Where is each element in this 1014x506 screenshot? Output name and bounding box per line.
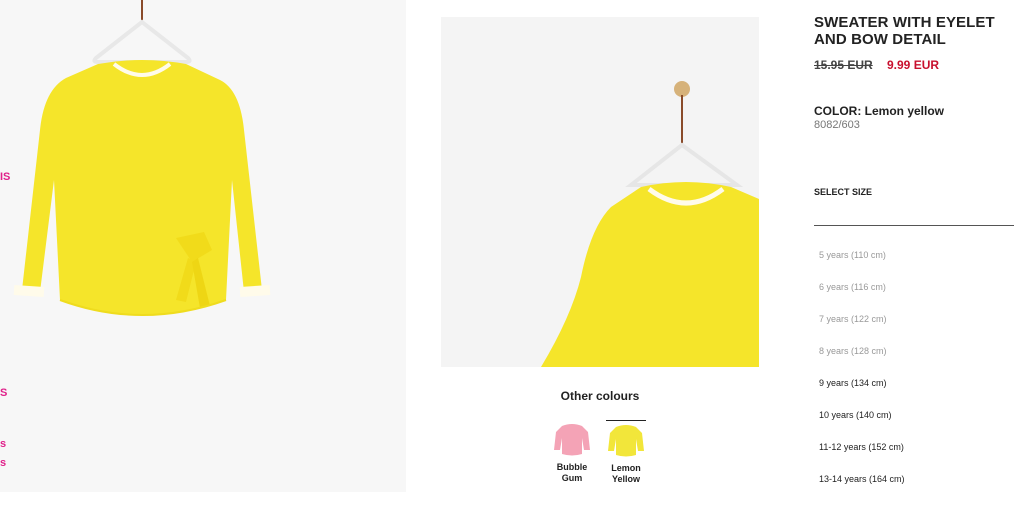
- size-option[interactable]: 11-12 years (152 cm): [819, 442, 905, 474]
- swatch-label: Lemon Yellow: [611, 463, 641, 484]
- swatch-thumbnail: [608, 421, 644, 457]
- size-option[interactable]: 5 years (110 cm): [819, 250, 905, 282]
- colour-swatch-bubble-gum[interactable]: Bubble Gum: [552, 420, 592, 484]
- side-link-fragment[interactable]: IS: [0, 171, 10, 183]
- size-option[interactable]: 10 years (140 cm): [819, 410, 905, 442]
- size-option[interactable]: 9 years (134 cm): [819, 378, 905, 410]
- side-link-fragment[interactable]: s: [0, 438, 6, 450]
- side-link-fragment[interactable]: s: [0, 457, 6, 469]
- size-list: 5 years (110 cm) 6 years (116 cm) 7 year…: [819, 250, 905, 506]
- secondary-product-image[interactable]: [441, 17, 759, 367]
- main-product-image[interactable]: IS S s s: [0, 0, 406, 492]
- product-title: SWEATER WITH EYELET AND BOW DETAIL: [814, 14, 995, 48]
- size-option[interactable]: 8 years (128 cm): [819, 346, 905, 378]
- other-colours-title: Other colours: [560, 389, 640, 403]
- swatch-label: Bubble Gum: [556, 462, 588, 483]
- selected-color: COLOR: Lemon yellow: [814, 104, 945, 118]
- select-size-label: SELECT SIZE: [814, 187, 873, 197]
- size-option[interactable]: 13-14 years (164 cm): [819, 474, 905, 506]
- swatch-thumbnail: [554, 420, 590, 456]
- sweater-front-illustration: [13, 0, 271, 316]
- sale-price: 9.99 EUR: [887, 58, 940, 72]
- size-option[interactable]: 7 years (122 cm): [819, 314, 905, 346]
- size-divider: [814, 225, 1014, 226]
- side-link-fragment[interactable]: S: [0, 387, 7, 399]
- colour-swatch-lemon-yellow[interactable]: Lemon Yellow: [606, 420, 646, 485]
- size-option[interactable]: 6 years (116 cm): [819, 282, 905, 314]
- original-price: 15.95 EUR: [814, 58, 873, 72]
- product-reference: 8082/603: [814, 119, 860, 131]
- sweater-closeup-illustration: [541, 81, 759, 367]
